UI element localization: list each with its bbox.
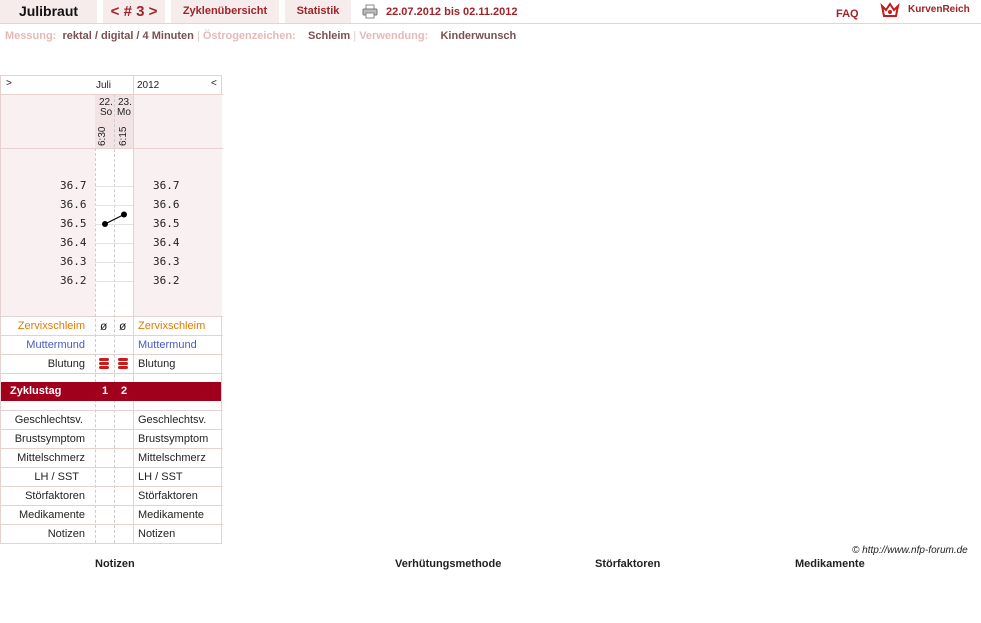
bleeding-mark xyxy=(118,358,128,361)
day-divider xyxy=(114,94,115,543)
bleeding-mark xyxy=(118,362,128,365)
estrogen-value: Schleim xyxy=(308,30,351,42)
row-divider xyxy=(1,505,223,506)
row-divider xyxy=(1,524,223,525)
row-divider xyxy=(1,94,223,95)
bleeding-mark xyxy=(118,366,128,369)
row-label-cervix-right: Muttermund xyxy=(138,339,197,351)
faq-link[interactable]: FAQ xyxy=(836,8,859,20)
row-label-midpain: Mittelschmerz xyxy=(17,452,85,464)
temp-tick-left: 36.6 xyxy=(60,198,87,211)
month-label: Juli xyxy=(96,80,112,91)
estrogen-label: Östrogenzeichen: xyxy=(202,30,296,42)
row-label-cervix: Muttermund xyxy=(26,339,85,351)
separator: | xyxy=(196,30,200,42)
footer-col-disturb: Störfaktoren xyxy=(595,558,661,570)
row-divider xyxy=(1,335,223,336)
nav-next-button[interactable]: < xyxy=(211,78,217,89)
separator: | xyxy=(353,30,357,42)
row-label-meds-right: Medikamente xyxy=(138,509,205,521)
day-time: 6:30 xyxy=(97,126,108,146)
row-label-cervix-mucus-right: Zervixschleim xyxy=(138,320,206,332)
row-label-intercourse: Geschlechtsv. xyxy=(14,414,83,426)
temperature-point xyxy=(121,211,127,218)
row-divider xyxy=(1,410,223,411)
brand-logo-icon xyxy=(880,2,900,20)
row-divider xyxy=(1,148,223,149)
row-divider xyxy=(1,429,223,430)
printer-icon[interactable] xyxy=(362,4,378,19)
row-divider xyxy=(1,486,223,487)
cycle-chart: > Juli 2012 < 22. So 6:30 23. Mo 6:15 36… xyxy=(0,75,223,544)
measure-label: Messung: xyxy=(5,30,57,42)
footer-col-notes: Notizen xyxy=(95,558,135,570)
cycle-day-label: Zyklustag xyxy=(10,385,62,397)
temp-tick-right: 36.4 xyxy=(153,236,180,249)
bleeding-mark xyxy=(99,366,109,369)
day-weekday: Mo xyxy=(117,107,131,118)
row-label-midpain-right: Mittelschmerz xyxy=(138,452,206,464)
day-weekday: So xyxy=(100,107,113,118)
row-divider xyxy=(1,354,223,355)
use-value: Kinderwunsch xyxy=(440,30,517,42)
temperature-curve xyxy=(102,211,127,227)
measure-value: rektal / digital / 4 Minuten xyxy=(62,30,194,42)
temp-tick-left: 36.4 xyxy=(60,236,87,249)
temp-tick-left: 36.7 xyxy=(60,179,87,192)
footer-col-contraception: Verhütungsmethode xyxy=(395,558,502,570)
row-label-breast: Brustsymptom xyxy=(14,433,85,445)
column-divider xyxy=(133,76,134,543)
temp-tick-right: 36.3 xyxy=(153,255,180,268)
row-label-breast-right: Brustsymptom xyxy=(138,433,209,445)
cycle-day-number: 1 xyxy=(102,385,109,397)
tab-statistics[interactable]: Statistik xyxy=(285,0,351,23)
cycle-nav[interactable]: < # 3 > xyxy=(103,0,165,23)
temperature-point xyxy=(102,221,108,227)
row-label-disturb: Störfaktoren xyxy=(25,490,85,502)
row-label-notes-right: Notizen xyxy=(138,528,176,540)
row-divider xyxy=(1,316,223,317)
cervix-mucus-value: ø xyxy=(119,319,127,333)
row-label-intercourse-right: Geschlechtsv. xyxy=(138,414,207,426)
temp-tick-left: 36.3 xyxy=(60,255,87,268)
row-label-bleeding: Blutung xyxy=(47,358,85,370)
row-label-lh-right: LH / SST xyxy=(138,471,183,483)
temp-tick-right: 36.6 xyxy=(153,198,180,211)
temp-tick-right: 36.7 xyxy=(153,179,180,192)
copyright: © http://www.nfp-forum.de xyxy=(852,545,968,556)
row-label-notes: Notizen xyxy=(47,528,85,540)
temp-tick-right: 36.5 xyxy=(153,217,180,230)
bleeding-mark xyxy=(99,358,109,361)
footer-col-meds: Medikamente xyxy=(795,558,865,570)
row-divider xyxy=(1,373,223,374)
cervix-mucus-value: ø xyxy=(100,319,108,333)
year-label: 2012 xyxy=(137,80,160,91)
user-name: Julibraut xyxy=(0,0,97,23)
use-label: Verwendung: xyxy=(359,30,429,42)
row-label-meds: Medikamente xyxy=(18,509,85,521)
row-divider xyxy=(1,448,223,449)
temp-tick-right: 36.2 xyxy=(153,274,180,287)
row-label-lh: LH / SST xyxy=(34,471,79,483)
row-label-cervix-mucus: Zervixschleim xyxy=(17,320,85,332)
tab-cycle-overview[interactable]: Zyklenübersicht xyxy=(171,0,279,23)
header-divider xyxy=(0,23,981,24)
temp-tick-left: 36.2 xyxy=(60,274,87,287)
nav-prev-button[interactable]: > xyxy=(6,78,12,89)
settings-line: Messung: rektal / digital / 4 Minuten | … xyxy=(5,30,516,42)
brand-name[interactable]: KurvenReich xyxy=(908,4,970,15)
temperature-line xyxy=(104,213,125,225)
bleeding-mark xyxy=(99,362,109,365)
temp-tick-left: 36.5 xyxy=(60,217,87,230)
row-divider xyxy=(1,467,223,468)
row-label-bleeding-right: Blutung xyxy=(138,358,176,370)
date-range: 22.07.2012 bis 02.11.2012 xyxy=(386,6,518,18)
cycle-day-number: 2 xyxy=(121,385,128,397)
day-time: 6:15 xyxy=(118,126,129,146)
row-label-disturb-right: Störfaktoren xyxy=(138,490,198,502)
